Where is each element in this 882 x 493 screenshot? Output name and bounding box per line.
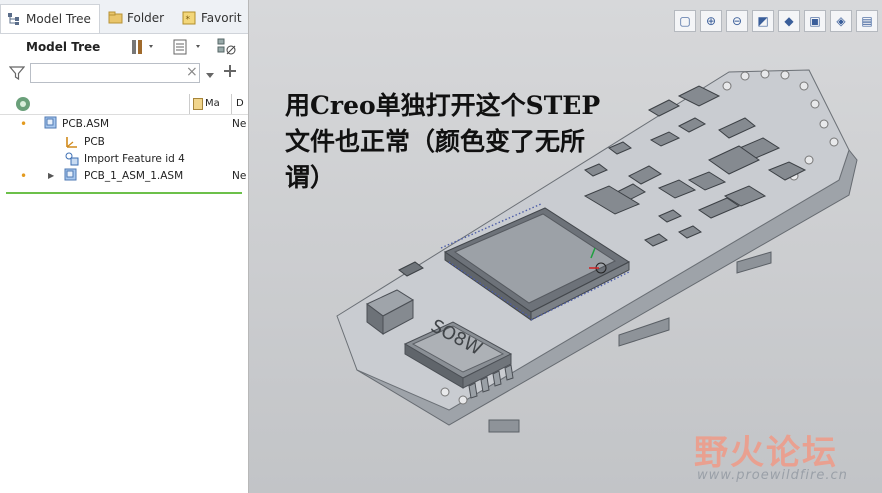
insert-here-indicator [6, 192, 242, 194]
filter-funnel-icon[interactable] [8, 65, 26, 84]
column-header-material[interactable]: Ma [205, 98, 220, 109]
filter-dropdown-icon[interactable] [206, 69, 214, 82]
svg-text:*: * [186, 15, 191, 25]
tree-item-value: Ne [232, 169, 247, 182]
tab-label: Model Tree [26, 12, 91, 26]
panel-tabs: Model Tree Folder * Favorit [0, 0, 248, 34]
settings-tools-icon[interactable] [130, 38, 156, 59]
tree-item-label: Import Feature id 4 [84, 152, 185, 165]
tree-column-icon [14, 95, 32, 116]
tree-item-label: PCB.ASM [62, 117, 110, 130]
panel-title: Model Tree [26, 40, 101, 54]
tree-row-pcb-csys[interactable]: PCB [0, 133, 248, 150]
tree-row-pcb-asm[interactable]: • PCB.ASM Ne [0, 115, 248, 132]
column-divider[interactable] [189, 94, 190, 114]
tree-row-import-feature[interactable]: Import Feature id 4 [0, 150, 248, 167]
tree-row-subassembly[interactable]: • ▶ PCB_1_ASM_1.ASM Ne [0, 167, 248, 184]
model-tree-panel: Model Tree Folder * Favorit Model Tree ×… [0, 0, 249, 493]
tree-search-input[interactable] [30, 63, 200, 83]
column-divider[interactable] [231, 94, 232, 114]
annotation-text: 用Creo单独打开这个STEP文件也正常（颜色变了无所谓） [285, 91, 601, 192]
tab-folder[interactable]: Folder [102, 4, 172, 32]
favorites-icon: * [182, 11, 196, 25]
show-list-icon[interactable] [172, 38, 204, 59]
tab-label: Favorit [201, 11, 242, 25]
status-dot: • [20, 116, 28, 131]
watermark-logo: 野火论坛 [694, 433, 838, 473]
graphics-viewport[interactable]: ▢ ⊕ ⊖ ◩ ◆ ▣ ◈ ▤ SO8W 用Creo单独打开这个STEP文件也正… [249, 0, 882, 493]
tree-toolbar: Model Tree [0, 34, 248, 60]
status-dot: • [20, 168, 28, 183]
assembly-icon [44, 116, 58, 133]
tab-label: Folder [127, 11, 165, 25]
add-filter-icon[interactable] [223, 64, 237, 81]
clear-search-icon[interactable]: × [186, 64, 198, 80]
tab-model-tree[interactable]: Model Tree [0, 4, 100, 33]
model-tree-icon [7, 12, 21, 26]
tree-item-label: PCB_1_ASM_1.ASM [84, 169, 184, 182]
tree-search-bar: × [0, 60, 248, 88]
folder-icon [108, 11, 123, 25]
tree-column-header: Ma D [0, 94, 248, 115]
tree-item-value: Ne [232, 117, 247, 130]
assembly-icon [64, 168, 78, 185]
watermark-url: www.proewildfire.cn [697, 468, 848, 483]
pcb-3d-model: SO8W [336, 69, 858, 433]
material-column-icon [193, 98, 203, 113]
tree-item-label: PCB [84, 135, 105, 148]
tab-favorites[interactable]: * Favorit [176, 4, 246, 32]
tree-filters-icon[interactable] [216, 37, 238, 60]
expand-arrow-icon[interactable]: ▶ [48, 171, 54, 180]
column-header-d[interactable]: D [236, 98, 244, 109]
